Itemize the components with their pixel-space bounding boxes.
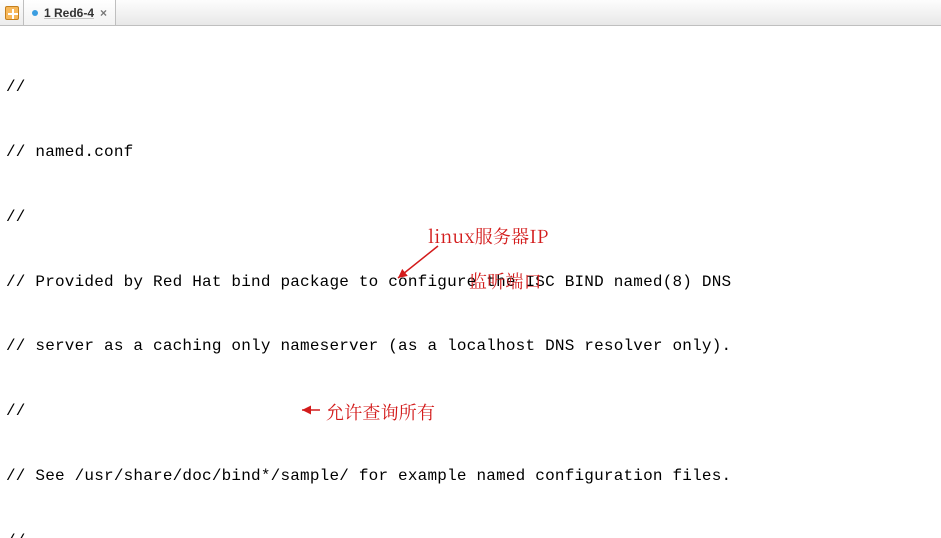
code-line: // <box>6 531 935 538</box>
code-line: // named.conf <box>6 142 935 164</box>
code-line: // See /usr/share/doc/bind*/sample/ for … <box>6 466 935 488</box>
close-icon[interactable]: × <box>100 6 107 20</box>
code-line: // <box>6 401 935 423</box>
tab-bar: 1 Red6-4 × <box>0 0 941 26</box>
annotation-allow-query-all: 允许查询所有 <box>326 400 435 424</box>
annotation-server-ip: linux服务器IP <box>428 224 549 248</box>
tab-active[interactable]: 1 Red6-4 × <box>24 0 116 25</box>
tab-title: 1 Red6-4 <box>44 6 94 20</box>
editor-area[interactable]: // // named.conf // // Provided by Red H… <box>0 26 941 538</box>
plus-icon <box>5 6 19 20</box>
annotation-listen-port: 监听端口 <box>469 269 542 293</box>
tab-modified-indicator-icon <box>32 10 38 16</box>
code-line: // server as a caching only nameserver (… <box>6 336 935 358</box>
new-tab-button[interactable] <box>0 0 24 25</box>
code-line: // <box>6 77 935 99</box>
